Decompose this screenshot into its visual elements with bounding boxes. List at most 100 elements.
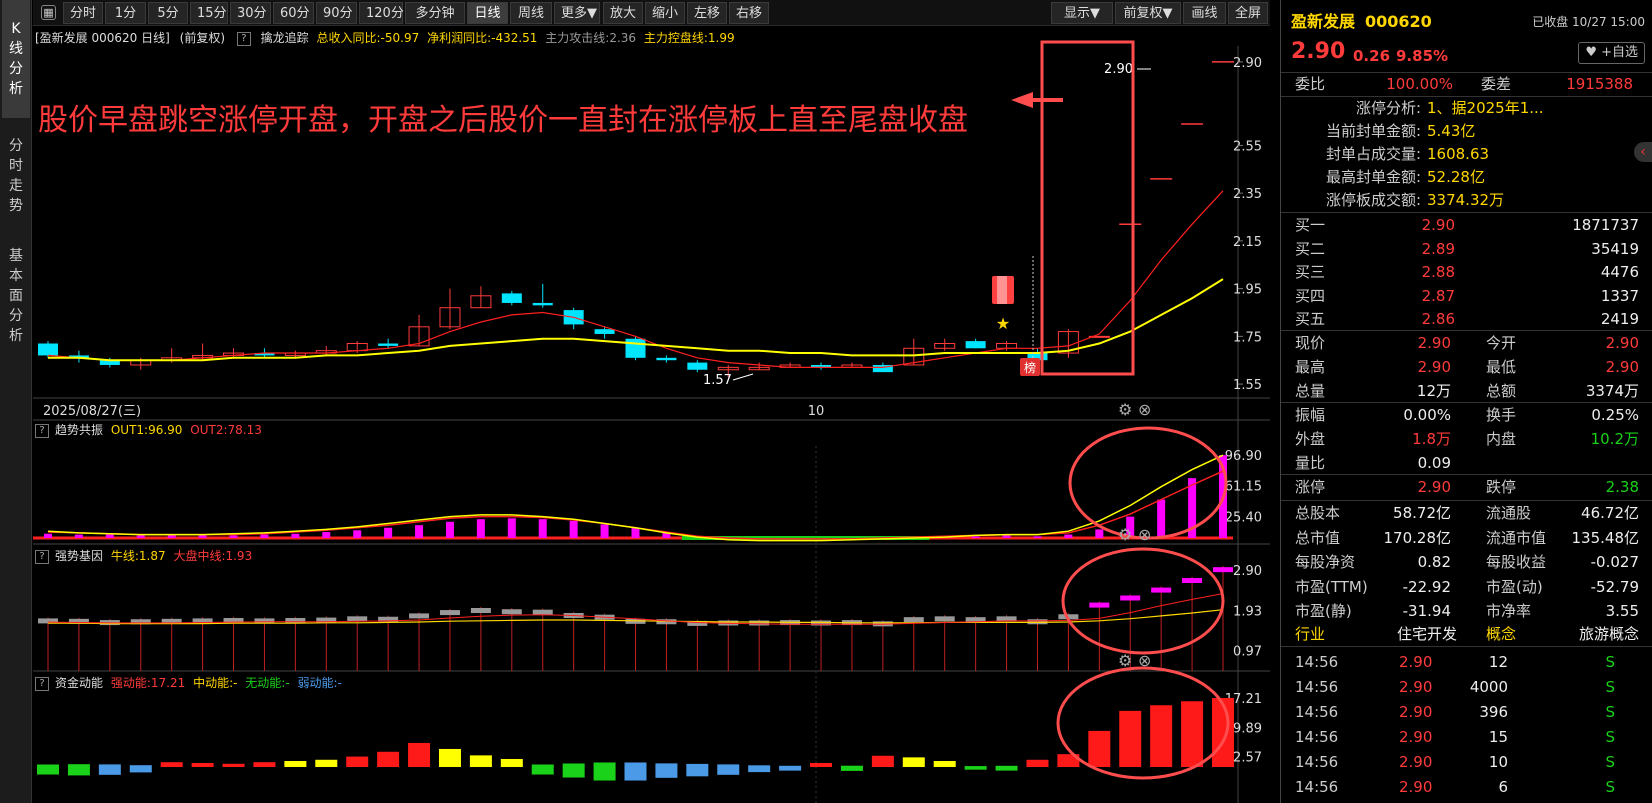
price-change: 0.26 bbox=[1353, 47, 1391, 65]
p3-bar bbox=[717, 764, 740, 775]
quote-row: 最高 2.90 最低 2.90 bbox=[1295, 358, 1639, 376]
p3-bar bbox=[933, 760, 956, 767]
app-root: K线分析分时走势基本面分析 ▦ 分时 1分 5分 15分 30分 60分 90分 120分 多分… bbox=[0, 0, 1652, 803]
period-4[interactable]: 30分 bbox=[230, 2, 271, 24]
p1-tick: 61.15 bbox=[1225, 480, 1262, 495]
side-tab-label: 分时走势 bbox=[9, 138, 23, 214]
low-label: 1.57 bbox=[703, 373, 732, 388]
close-icon[interactable]: ⊗ bbox=[1138, 400, 1151, 419]
side-tab-0[interactable]: K线分析 bbox=[2, 0, 30, 118]
candle[interactable] bbox=[687, 362, 708, 370]
p3-bar bbox=[469, 755, 492, 767]
p2-mark bbox=[347, 616, 368, 622]
candle[interactable] bbox=[532, 302, 553, 306]
period-3[interactable]: 15分 bbox=[190, 2, 228, 24]
period-2[interactable]: 5分 bbox=[148, 2, 188, 24]
stock-header: 盈新发展 000620 已收盘 10/27 15:00 bbox=[1281, 8, 1652, 34]
p3-bar bbox=[562, 763, 585, 778]
gear-icon[interactable]: ⚙ bbox=[1118, 651, 1132, 670]
add-watchlist-button[interactable]: ♥ +自选 bbox=[1578, 42, 1645, 64]
limit-up-marker[interactable] bbox=[992, 276, 1014, 304]
candle[interactable] bbox=[965, 341, 986, 349]
limit-info-row: 最高封单金额: 52.28亿 bbox=[1325, 168, 1485, 186]
grid-icon[interactable]: ▦ bbox=[41, 5, 56, 20]
period-10[interactable]: 周线 bbox=[510, 2, 552, 24]
p3-bar bbox=[1119, 710, 1142, 767]
tool-right-2[interactable]: 画线 bbox=[1183, 2, 1226, 24]
period-6[interactable]: 90分 bbox=[316, 2, 357, 24]
period-8[interactable]: 多分钟 bbox=[405, 2, 465, 24]
close-icon[interactable]: ⊗ bbox=[1138, 525, 1151, 544]
tick-trade-row: 14:56 2.90 6 S bbox=[1295, 778, 1615, 796]
limit-info-row: 当前封单金额: 5.43亿 bbox=[1325, 122, 1476, 140]
period-11[interactable]: 更多▼ bbox=[554, 2, 600, 24]
bid-level-row[interactable]: 买五 2.86 2419 bbox=[1281, 307, 1652, 331]
gear-icon[interactable]: ⚙ bbox=[1118, 400, 1132, 419]
p1-bar bbox=[322, 532, 331, 538]
p2-tick: 2.90 bbox=[1233, 564, 1262, 579]
tool-right-3[interactable]: 全屏 bbox=[1228, 2, 1268, 24]
date-mid-label: 10 bbox=[808, 404, 825, 419]
price-tick: 1.95 bbox=[1233, 283, 1262, 298]
candle[interactable] bbox=[594, 329, 615, 334]
period-7[interactable]: 120分 bbox=[359, 2, 404, 24]
p2-mark bbox=[749, 620, 770, 626]
bid-level-row[interactable]: 买二 2.89 35419 bbox=[1281, 237, 1652, 261]
p2-mark bbox=[501, 609, 522, 615]
p1-bar bbox=[105, 534, 114, 538]
p3-bar bbox=[748, 765, 771, 773]
collapse-icon[interactable]: ‹ bbox=[1634, 142, 1652, 162]
stock-code: 000620 bbox=[1365, 12, 1432, 31]
candle[interactable] bbox=[625, 338, 646, 358]
p3-bar bbox=[624, 762, 647, 781]
p2-mark bbox=[934, 616, 955, 622]
bid-level-row[interactable]: 买四 2.87 1337 bbox=[1281, 284, 1652, 308]
side-tabs: K线分析分时走势基本面分析 bbox=[0, 0, 32, 803]
p2-mark bbox=[285, 618, 306, 623]
p3-bar bbox=[902, 757, 925, 767]
period-0[interactable]: 分时 bbox=[63, 2, 103, 24]
bid-level-row[interactable]: 买三 2.88 4476 bbox=[1281, 260, 1652, 284]
help-icon[interactable]: ? bbox=[35, 549, 49, 564]
action-2[interactable]: 左移 bbox=[687, 2, 727, 24]
p1-bar bbox=[384, 527, 393, 538]
p1-bar bbox=[136, 535, 145, 538]
p3-bar bbox=[995, 765, 1018, 771]
side-tab-2[interactable]: 基本面分析 bbox=[2, 236, 30, 356]
quote-panel: 盈新发展 000620 已收盘 10/27 15:00 2.90 0.26 9.85% ♥ … bbox=[1280, 0, 1652, 803]
p3-bar bbox=[1088, 730, 1111, 767]
candle[interactable] bbox=[38, 343, 58, 356]
p3-bar bbox=[779, 765, 802, 771]
p1-bar bbox=[631, 527, 640, 538]
help-icon[interactable]: ? bbox=[35, 423, 49, 438]
side-tab-1[interactable]: 分时走势 bbox=[2, 120, 30, 232]
tick-trade-row: 14:56 2.90 4000 S bbox=[1295, 678, 1615, 696]
p3-bar bbox=[593, 762, 616, 781]
gear-icon[interactable]: ⚙ bbox=[1118, 525, 1132, 544]
close-icon[interactable]: ⊗ bbox=[1138, 651, 1151, 670]
action-0[interactable]: 放大 bbox=[603, 2, 643, 24]
annotation-text: 股价早盘跳空涨停开盘，开盘之后股价一直封在涨停板上直至尾盘收盘 bbox=[38, 103, 968, 138]
action-3[interactable]: 右移 bbox=[729, 2, 769, 24]
candle[interactable] bbox=[501, 293, 522, 303]
tool-right-0[interactable]: 显示▼ bbox=[1051, 2, 1113, 24]
tool-right-1[interactable]: 前复权▼ bbox=[1115, 2, 1181, 24]
bid-level-row[interactable]: 买一 2.90 1871737 bbox=[1281, 213, 1652, 237]
p1-bar bbox=[600, 524, 609, 538]
action-1[interactable]: 缩小 bbox=[645, 2, 685, 24]
p2-tick: 1.93 bbox=[1233, 605, 1262, 620]
candle[interactable] bbox=[378, 343, 399, 346]
fundamental-row: 市盈(静) -31.94 市净率 3.55 bbox=[1295, 602, 1639, 620]
toolbar: ▦ 分时 1分 5分 15分 30分 60分 90分 120分 多分钟 日线 周线 更多▼ 放大 缩小 左移… bbox=[33, 0, 1270, 26]
period-1[interactable]: 1分 bbox=[105, 2, 146, 24]
candle[interactable] bbox=[656, 357, 677, 361]
period-5[interactable]: 60分 bbox=[273, 2, 314, 24]
p1-bar bbox=[971, 536, 980, 538]
help-icon[interactable]: ? bbox=[35, 676, 49, 691]
p3-bar bbox=[1181, 701, 1204, 767]
limit-info-row: 涨停板成交额: 3374.32万 bbox=[1325, 191, 1505, 209]
period-9[interactable]: 日线 bbox=[467, 2, 508, 24]
p3-bar bbox=[408, 742, 431, 767]
p1-bar bbox=[1157, 499, 1166, 538]
p2-mark bbox=[439, 610, 460, 616]
